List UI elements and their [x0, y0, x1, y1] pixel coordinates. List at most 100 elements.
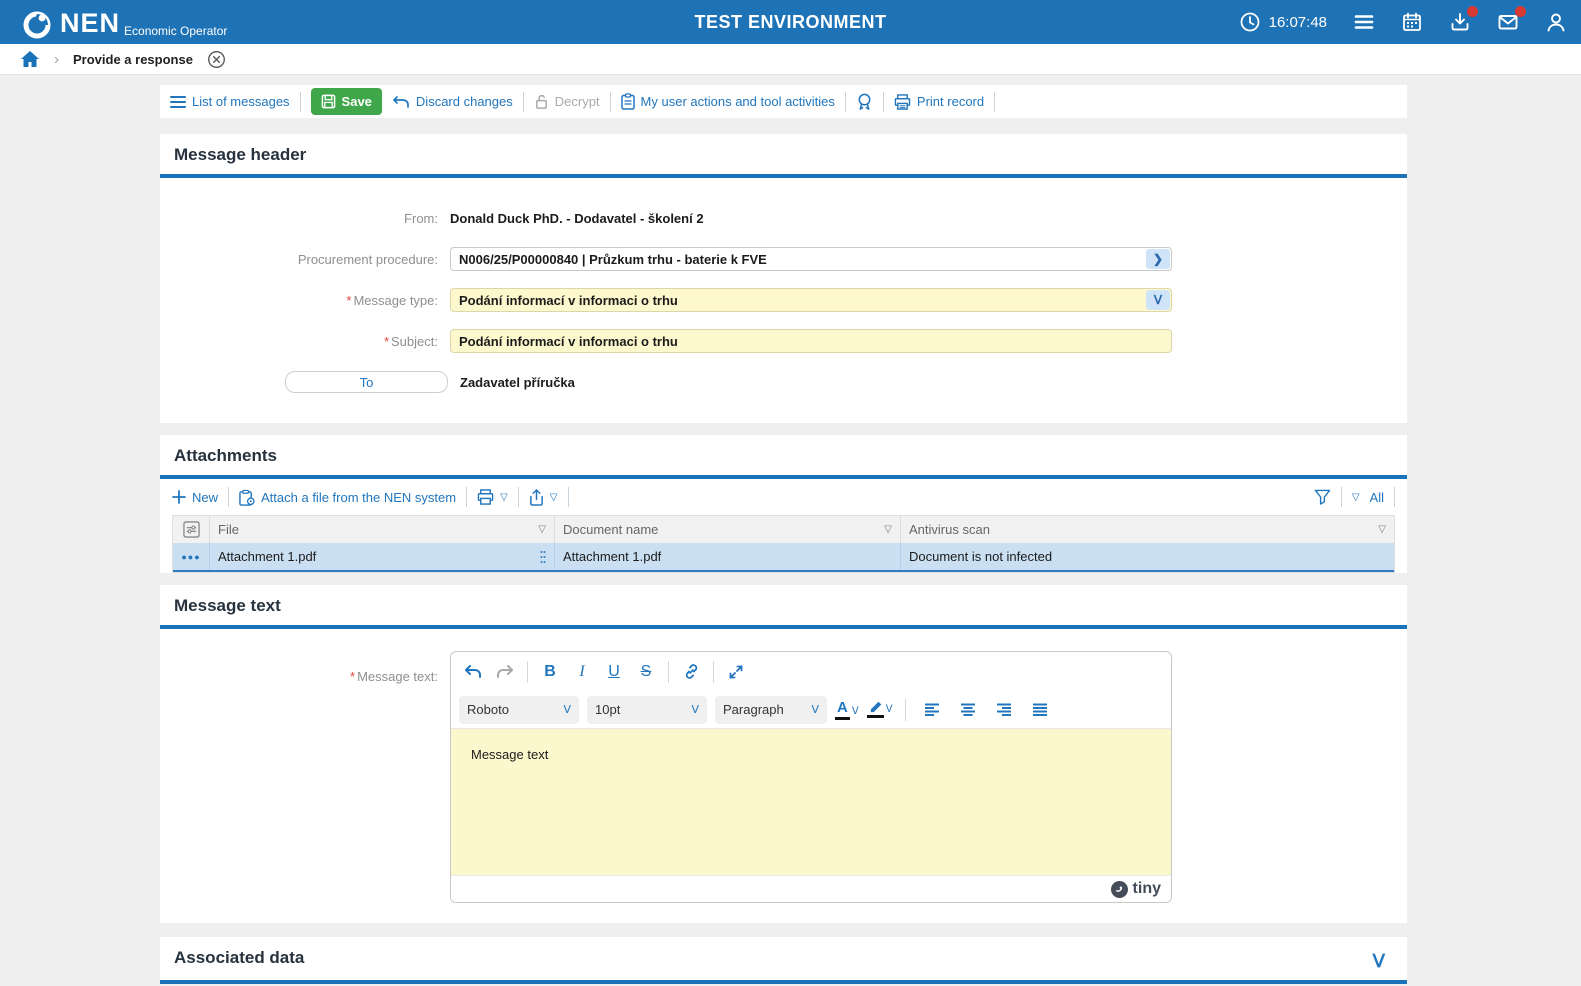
block-format-dropdown[interactable]: Paragraph ᐯ — [715, 695, 827, 724]
message-type-dropdown-icon[interactable]: ᐯ — [1146, 290, 1170, 310]
export-dropdown-icon[interactable]: ▽ — [550, 492, 558, 503]
logo-title: NEN — [60, 8, 121, 38]
separator — [527, 660, 528, 683]
fullscreen-icon[interactable] — [722, 658, 750, 686]
nen-logo[interactable]: NEN Economic Operator — [22, 4, 227, 40]
export-grid-button[interactable]: ▽ — [529, 488, 558, 506]
bold-button[interactable]: B — [536, 658, 564, 686]
message-type-label: * Message type: — [346, 292, 438, 308]
drag-handle-icon[interactable] — [540, 550, 546, 564]
separator — [522, 91, 524, 112]
open-procedure-button[interactable]: ❯ — [1146, 249, 1170, 269]
separator — [713, 660, 714, 683]
row-actions-icon[interactable]: ●●● — [173, 543, 210, 570]
underline-button[interactable]: U — [600, 658, 628, 686]
column-header-file[interactable]: File ▽ — [210, 516, 555, 543]
expand-section-icon[interactable]: ᐯ — [1373, 951, 1385, 972]
undo-icon[interactable] — [459, 658, 487, 686]
user-actions-button[interactable]: My user actions and tool activities — [620, 93, 835, 110]
column-filter-icon[interactable]: ▽ — [884, 524, 892, 535]
separator — [994, 91, 996, 112]
clock-icon — [1239, 11, 1261, 33]
cell-file[interactable]: Attachment 1.pdf — [210, 543, 555, 570]
column-header-antivirus[interactable]: Antivirus scan ▽ — [901, 516, 1394, 543]
link-icon[interactable] — [677, 658, 705, 686]
separator — [299, 91, 301, 112]
tiny-logo-icon — [1110, 880, 1128, 898]
clock: 16:07:48 — [1239, 11, 1327, 33]
align-right-icon[interactable] — [990, 696, 1018, 724]
message-type-select[interactable] — [450, 288, 1172, 312]
menu-icon[interactable] — [1353, 11, 1375, 33]
decrypt-button: Decrypt — [534, 94, 600, 109]
filter-funnel-icon[interactable] — [1314, 489, 1331, 505]
tiny-brand-label[interactable]: tiny — [1133, 880, 1161, 898]
strikethrough-button[interactable]: S — [632, 658, 660, 686]
to-button[interactable]: To — [285, 371, 448, 393]
print-dropdown-icon[interactable]: ▽ — [500, 492, 508, 503]
mail-badge — [1515, 6, 1526, 17]
separator — [904, 698, 906, 721]
list-of-messages-button[interactable]: List of messages — [170, 94, 290, 109]
message-header-section: Message header From: Donald Duck PhD. - … — [160, 134, 1407, 423]
redo-icon — [491, 658, 519, 686]
separator — [567, 487, 569, 507]
subject-input[interactable] — [450, 329, 1172, 353]
logo-subtitle: Economic Operator — [124, 24, 228, 38]
align-left-icon[interactable] — [918, 696, 946, 724]
record-toolbar: List of messages Save Discard changes De… — [160, 85, 1407, 118]
attach-from-nen-button[interactable]: Attach a file from the NEN system — [239, 489, 456, 506]
print-record-button[interactable]: Print record — [894, 93, 984, 110]
text-color-button[interactable]: Aᐯ — [835, 699, 859, 720]
separator — [882, 91, 884, 112]
message-text-title: Message text — [174, 596, 281, 615]
highlight-color-button[interactable]: ᐯ — [866, 701, 893, 718]
editor-content[interactable]: Message text — [451, 729, 1171, 875]
breadcrumb-chevron-icon: › — [54, 50, 59, 68]
attachments-section: Attachments New Attach a file from the N… — [160, 435, 1407, 573]
separator — [466, 487, 468, 507]
certificate-ribbon-icon[interactable] — [856, 92, 873, 111]
home-icon[interactable] — [20, 50, 40, 68]
clock-value: 16:07:48 — [1268, 13, 1327, 31]
separator — [668, 660, 669, 683]
filter-all-label[interactable]: All — [1370, 490, 1384, 505]
font-size-dropdown[interactable]: 10pt ᐯ — [587, 695, 707, 724]
cell-document-name[interactable]: Attachment 1.pdf — [555, 543, 901, 570]
column-settings-icon[interactable] — [173, 516, 210, 543]
top-app-bar: NEN Economic Operator TEST ENVIRONMENT 1… — [0, 0, 1581, 44]
editor-toolbar-row2: Roboto ᐯ 10pt ᐯ Paragraph ᐯ Aᐯ ᐯ — [451, 691, 1171, 729]
editor-status-bar: tiny — [451, 875, 1171, 902]
mail-icon[interactable] — [1497, 6, 1526, 33]
attachments-toolbar: New Attach a file from the NEN system ▽ … — [160, 479, 1407, 515]
downloads-icon[interactable] — [1449, 6, 1478, 33]
required-asterisk: * — [350, 669, 356, 684]
calendar-icon[interactable] — [1401, 11, 1423, 33]
section-divider — [160, 980, 1407, 984]
separator — [1340, 487, 1342, 507]
filter-scope-dropdown-icon[interactable]: ▽ — [1352, 492, 1360, 503]
new-attachment-button[interactable]: New — [172, 490, 218, 505]
from-value: Donald Duck PhD. - Dodavatel - školení 2 — [450, 210, 704, 226]
column-filter-icon[interactable]: ▽ — [1378, 524, 1386, 535]
message-text-section: Message text * Message text: B I U S Rob… — [160, 585, 1407, 923]
print-grid-button[interactable]: ▽ — [477, 489, 508, 505]
discard-changes-button[interactable]: Discard changes — [392, 94, 513, 109]
user-icon[interactable] — [1545, 11, 1567, 33]
align-justify-icon[interactable] — [1026, 696, 1054, 724]
align-center-icon[interactable] — [954, 696, 982, 724]
save-button[interactable]: Save — [310, 88, 382, 115]
column-filter-icon[interactable]: ▽ — [538, 524, 546, 535]
associated-data-title: Associated data — [174, 948, 305, 967]
attachment-row[interactable]: ●●● Attachment 1.pdf Attachment 1.pdf Do… — [173, 543, 1394, 572]
font-family-dropdown[interactable]: Roboto ᐯ — [459, 695, 579, 724]
cell-antivirus: Document is not infected — [909, 549, 1053, 564]
italic-button[interactable]: I — [568, 658, 596, 686]
required-asterisk: * — [346, 292, 352, 308]
message-header-title: Message header — [174, 145, 307, 164]
breadcrumb-page-title: Provide a response — [73, 51, 193, 67]
column-header-document-name[interactable]: Document name ▽ — [555, 516, 901, 543]
close-tab-icon[interactable] — [207, 50, 226, 69]
message-text-label: * Message text: — [350, 669, 438, 684]
procurement-procedure-input[interactable] — [450, 247, 1172, 271]
